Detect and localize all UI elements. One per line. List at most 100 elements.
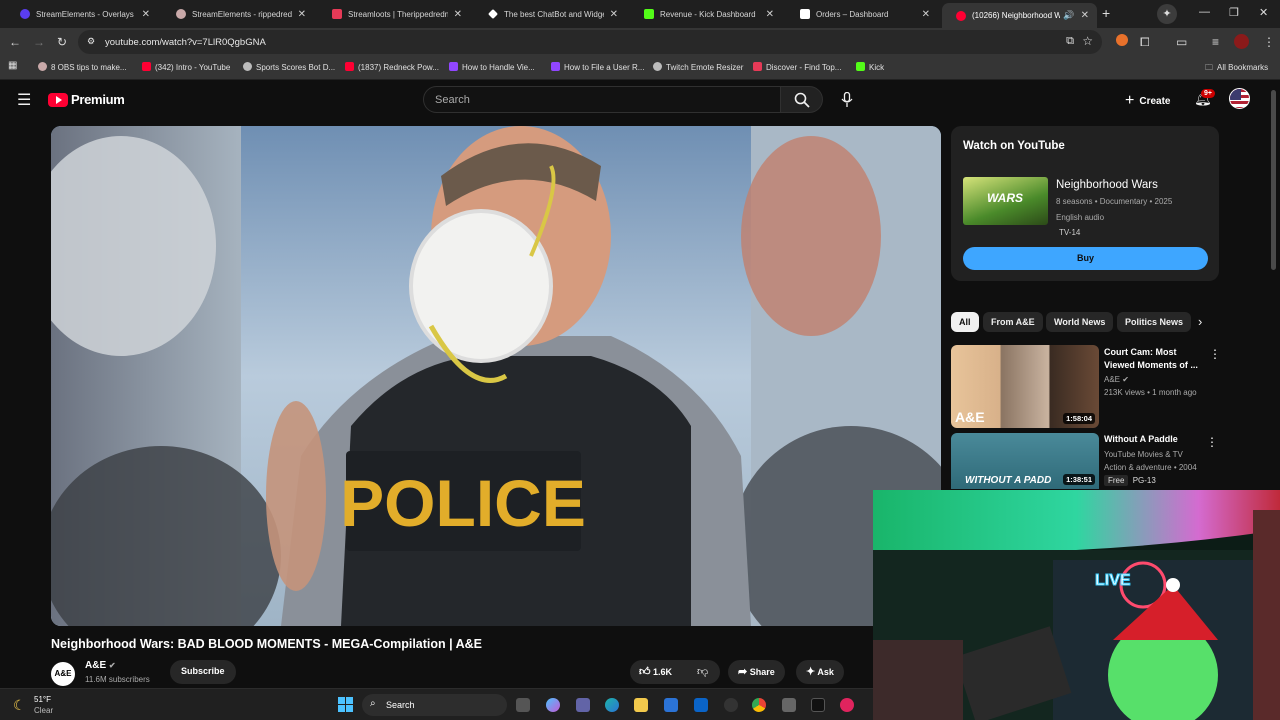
install-app-icon[interactable]: ⧉ [1066,35,1074,48]
back-icon[interactable]: ← [9,35,21,49]
terminal-icon[interactable] [811,698,825,712]
profile-avatar[interactable] [1234,34,1249,49]
browser-tab[interactable]: StreamElements - rippedredne ✕ [162,3,314,25]
plus-icon: + [1125,92,1135,109]
ask-button[interactable]: ✦ Ask [796,660,844,684]
close-tab-icon[interactable]: ✕ [142,9,150,20]
browser-tab[interactable]: Revenue - Kick Dashboard ✕ [630,3,782,25]
like-button[interactable]: 👍︎ 1.6K [639,665,672,678]
user-avatar[interactable] [1229,88,1250,109]
app-icon[interactable] [840,698,854,712]
video-player[interactable]: POLICE [51,126,941,626]
bookmark-item[interactable]: Twitch Emote Resizer [653,62,743,72]
media-controls-icon[interactable]: ≡ [1212,35,1219,49]
new-tab-button[interactable]: + [1102,5,1110,21]
search-input[interactable]: Search [423,86,781,113]
video-title[interactable]: Court Cam: Most Viewed Moments of ... [1104,346,1204,372]
chip-from-ae[interactable]: From A&E [983,312,1043,332]
video-meta: Action & adventure • 2004 [1104,463,1197,472]
browser-tab[interactable]: StreamElements - Overlays ✕ [6,3,158,25]
close-tab-icon[interactable]: ✕ [298,9,306,20]
subscribe-button[interactable]: Subscribe [170,660,236,684]
maximize-button[interactable]: ❐ [1229,6,1239,19]
create-button[interactable]: + Create [1125,92,1170,110]
channel-name[interactable]: A&E ✔ [85,660,116,671]
close-tab-icon[interactable]: ✕ [610,9,618,20]
search-button[interactable] [781,86,823,113]
show-thumbnail[interactable]: WARS [963,177,1048,225]
task-view-icon[interactable] [516,698,530,712]
chip-all[interactable]: All [951,312,979,332]
youtube-logo[interactable]: Premium [48,92,125,107]
chrome-icon[interactable] [752,698,766,712]
bookmark-star-icon[interactable]: ☆ [1082,34,1093,48]
windows-start-icon[interactable] [338,697,353,712]
bookmark-item[interactable]: Discover - Find Top... [753,62,841,72]
apps-grid-icon[interactable]: ▦ [8,60,17,71]
edge-icon[interactable] [605,698,619,712]
video-thumbnail[interactable]: A&E 1:58:04 [951,345,1099,428]
all-bookmarks-folder[interactable]: 🗀 All Bookmarks [1205,62,1268,76]
close-tab-icon[interactable]: ✕ [454,9,462,20]
minimize-button[interactable]: — [1199,6,1210,18]
weather-temp[interactable]: 51°F [34,695,51,704]
buy-button[interactable]: Buy [963,247,1208,270]
browser-tab[interactable]: The best ChatBot and Widgets ✕ [474,3,626,25]
taskbar-search[interactable]: ⌕ Search [362,694,507,716]
extensions-puzzle-icon[interactable]: ⧠ [1140,35,1150,50]
video-thumbnail[interactable]: WITHOUT A PADD 1:38:51 [951,433,1099,489]
bookmark-item[interactable]: (342) Intro - YouTube [142,62,230,72]
browser-tab-active[interactable]: (10266) Neighborhood Wa 🔊 ✕ [942,3,1097,28]
bookmark-item[interactable]: Sports Scores Bot D... [243,62,335,72]
chrome-menu-icon[interactable]: ⋮ [1263,35,1275,49]
channel-name[interactable]: YouTube Movies & TV [1104,450,1183,459]
video-title[interactable]: Without A Paddle [1104,434,1178,444]
channel-name[interactable]: A&E ✔ [1104,375,1129,384]
obs-icon[interactable] [724,698,738,712]
address-toolbar: ← → ↻ ⚙ youtube.com/watch?v=7LlR0QgbGNA … [0,28,1280,56]
chip-politics-news[interactable]: Politics News [1117,312,1192,332]
more-options-icon[interactable]: ⋮ [1209,347,1221,361]
store-icon[interactable] [664,698,678,712]
url-field[interactable]: ⚙ youtube.com/watch?v=7LlR0QgbGNA ⧉ ☆ [78,30,1102,54]
close-window-button[interactable]: ✕ [1259,6,1268,19]
file-explorer-icon[interactable] [634,698,648,712]
browser-tab[interactable]: Streamloots | Therippedredne ✕ [318,3,470,25]
app-icon[interactable] [782,698,796,712]
speaker-icon[interactable]: 🔊 [1063,10,1074,21]
close-tab-icon[interactable]: ✕ [922,9,930,20]
recommended-video[interactable]: A&E 1:58:04 Court Cam: Most Viewed Momen… [951,345,1221,429]
close-tab-icon[interactable]: ✕ [766,9,774,20]
outlook-icon[interactable] [694,698,708,712]
show-title[interactable]: Neighborhood Wars [1056,179,1158,191]
share-button[interactable]: ➦ Share [728,660,785,684]
bookmark-item[interactable]: 8 OBS tips to make... [38,62,127,72]
watch-on-youtube-panel: Watch on YouTube WARS Neighborhood Wars … [951,126,1219,281]
notification-count-badge: 9+ [1201,89,1215,98]
copilot-icon[interactable] [546,698,560,712]
browser-tab[interactable]: Orders – Dashboard ✕ [786,3,938,25]
tab-favicon-icon [332,9,342,19]
more-options-icon[interactable]: ⋮ [1206,435,1218,449]
channel-avatar[interactable]: A&E [51,662,75,686]
extension-icon[interactable] [1116,34,1128,46]
reload-icon[interactable]: ↻ [57,35,67,49]
bookmark-item[interactable]: (1837) Redneck Pow... [345,62,439,72]
bookmarks-bar: ▦ 8 OBS tips to make... (342) Intro - Yo… [0,56,1280,80]
bookmark-item[interactable]: How to Handle Vie... [449,62,535,72]
chip-world-news[interactable]: World News [1046,312,1114,332]
split-view-icon[interactable]: ▭ [1176,35,1187,49]
chevron-right-icon[interactable]: › [1198,314,1202,329]
gemini-icon[interactable]: ✦ [1157,4,1177,24]
forward-icon[interactable]: → [33,35,45,49]
bookmark-item[interactable]: Kick [856,62,884,72]
site-info-icon[interactable]: ⚙ [87,36,95,47]
folder-icon: 🗀 [1205,63,1213,72]
hamburger-menu-icon[interactable]: ☰ [17,90,31,110]
close-tab-icon[interactable]: ✕ [1081,10,1089,21]
page-scrollbar[interactable] [1271,90,1276,270]
bookmark-item[interactable]: How to File a User R... [551,62,644,72]
microphone-icon[interactable] [841,92,853,108]
teams-icon[interactable] [576,698,590,712]
dislike-button[interactable]: 👎︎ [697,665,708,678]
